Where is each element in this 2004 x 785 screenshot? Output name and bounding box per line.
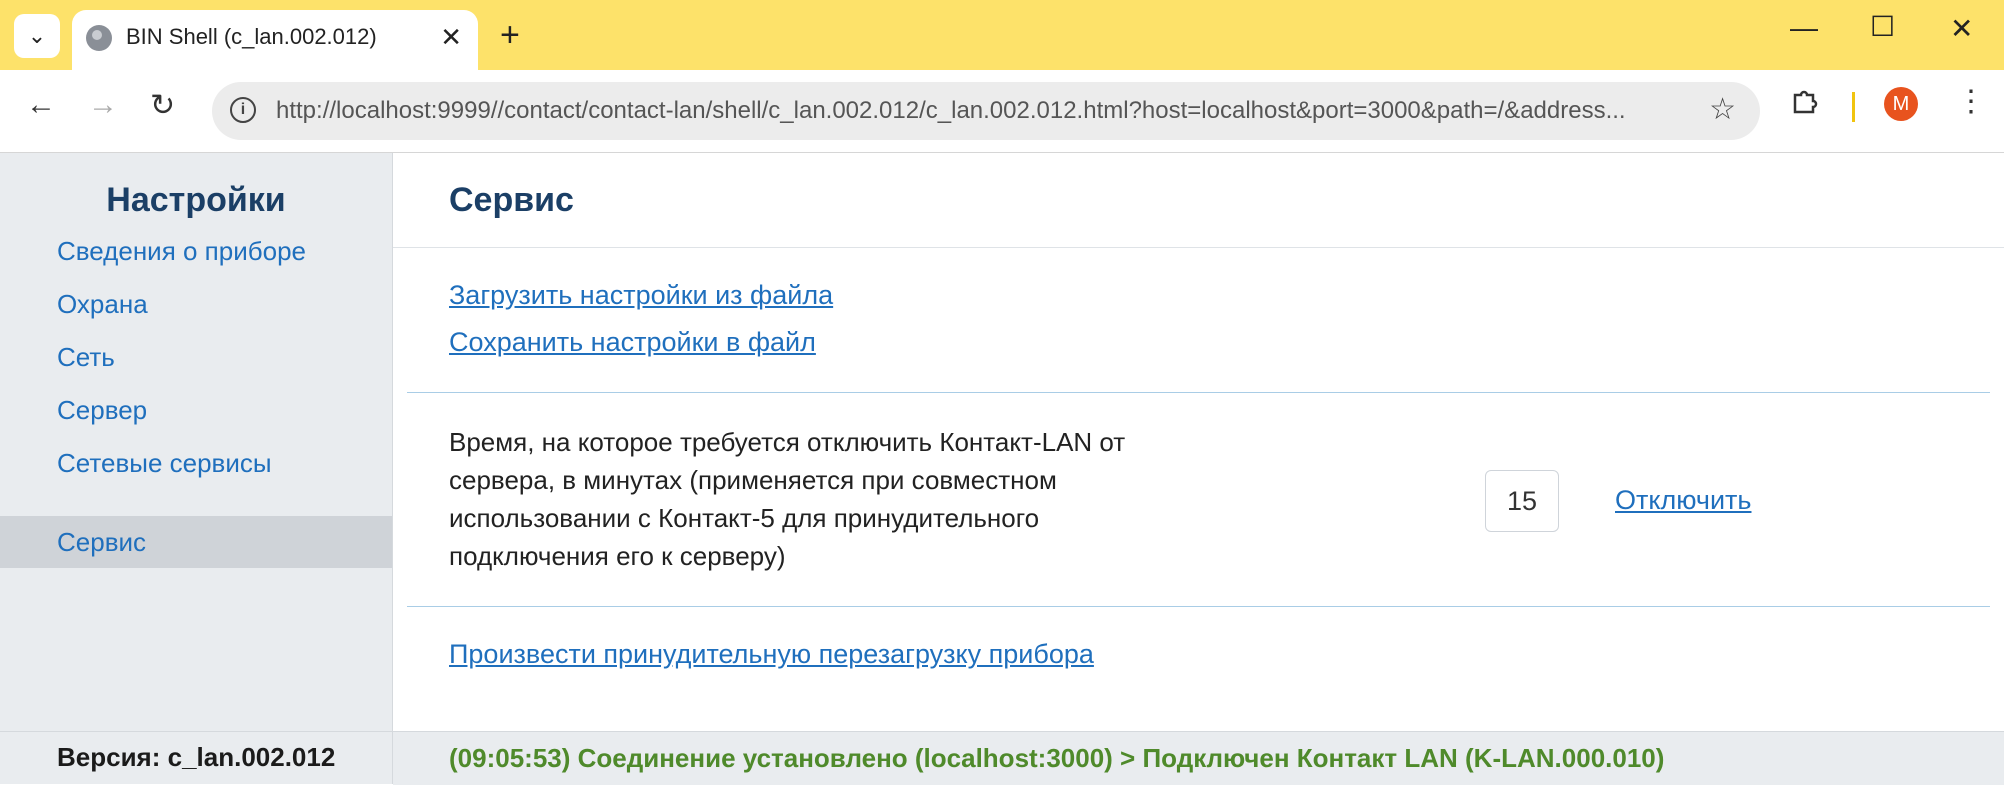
disconnect-link[interactable]: Отключить <box>1615 485 1751 516</box>
close-window-icon[interactable]: ✕ <box>1950 12 1973 45</box>
reload-icon[interactable]: ↻ <box>150 88 175 123</box>
toolbar-divider <box>1852 92 1855 122</box>
page-title: Сервис <box>449 181 574 219</box>
sidebar-title: Настройки <box>106 181 286 219</box>
section-divider <box>407 392 1990 393</box>
tab-strip: ⌄ BIN Shell (c_lan.002.012) ✕ + — ☐ ✕ <box>0 0 2004 70</box>
status-bar: (09:05:53) Соединение установлено (local… <box>393 731 2004 785</box>
back-icon[interactable]: ← <box>26 88 56 122</box>
close-tab-icon[interactable]: ✕ <box>440 22 462 53</box>
main-content: Сервис Загрузить настройки из файла Сохр… <box>393 153 2004 784</box>
sidebar-item-network-services[interactable]: Сетевые сервисы <box>0 437 392 489</box>
sidebar-item-server[interactable]: Сервер <box>0 384 392 436</box>
sidebar-item-device-info[interactable]: Сведения о приборе <box>0 225 392 277</box>
disconnect-minutes-input[interactable] <box>1485 470 1559 532</box>
force-reboot-link[interactable]: Произвести принудительную перезагрузку п… <box>449 639 1094 670</box>
sidebar-item-service[interactable]: Сервис <box>0 516 392 568</box>
section-divider <box>407 606 1990 607</box>
menu-kebab-icon[interactable]: ⋮ <box>1956 84 1986 119</box>
load-settings-link[interactable]: Загрузить настройки из файла <box>449 280 833 311</box>
address-bar[interactable]: i http://localhost:9999//contact/contact… <box>212 82 1760 140</box>
forward-icon[interactable]: → <box>88 88 118 122</box>
globe-icon <box>86 25 112 51</box>
browser-toolbar: ← → ↻ i http://localhost:9999//contact/c… <box>0 70 2004 153</box>
sidebar-item-network[interactable]: Сеть <box>0 331 392 383</box>
bookmark-star-icon[interactable]: ☆ <box>1709 92 1736 127</box>
extensions-icon[interactable] <box>1790 86 1820 116</box>
title-divider <box>393 247 2004 248</box>
browser-tab[interactable]: BIN Shell (c_lan.002.012) ✕ <box>72 10 478 70</box>
url-text[interactable]: http://localhost:9999//contact/contact-l… <box>276 97 1676 125</box>
version-label: Версия: c_lan.002.012 <box>0 731 392 784</box>
connection-status: (09:05:53) Соединение установлено (local… <box>449 743 1665 773</box>
maximize-icon[interactable]: ☐ <box>1870 10 1895 43</box>
tab-title: BIN Shell (c_lan.002.012) <box>126 24 377 49</box>
profile-avatar[interactable]: M <box>1884 87 1918 121</box>
sidebar-item-security[interactable]: Охрана <box>0 278 392 330</box>
minimize-icon[interactable]: — <box>1790 12 1818 44</box>
sidebar: Настройки Сведения о приборе Охрана Сеть… <box>0 153 393 784</box>
save-settings-link[interactable]: Сохранить настройки в файл <box>449 327 816 358</box>
chevron-down-icon: ⌄ <box>27 23 47 48</box>
tab-search-button[interactable]: ⌄ <box>14 14 60 58</box>
info-icon[interactable]: i <box>230 97 256 123</box>
new-tab-button[interactable]: + <box>500 16 520 55</box>
disconnect-description: Время, на которое требуется отключить Ко… <box>449 427 1126 571</box>
